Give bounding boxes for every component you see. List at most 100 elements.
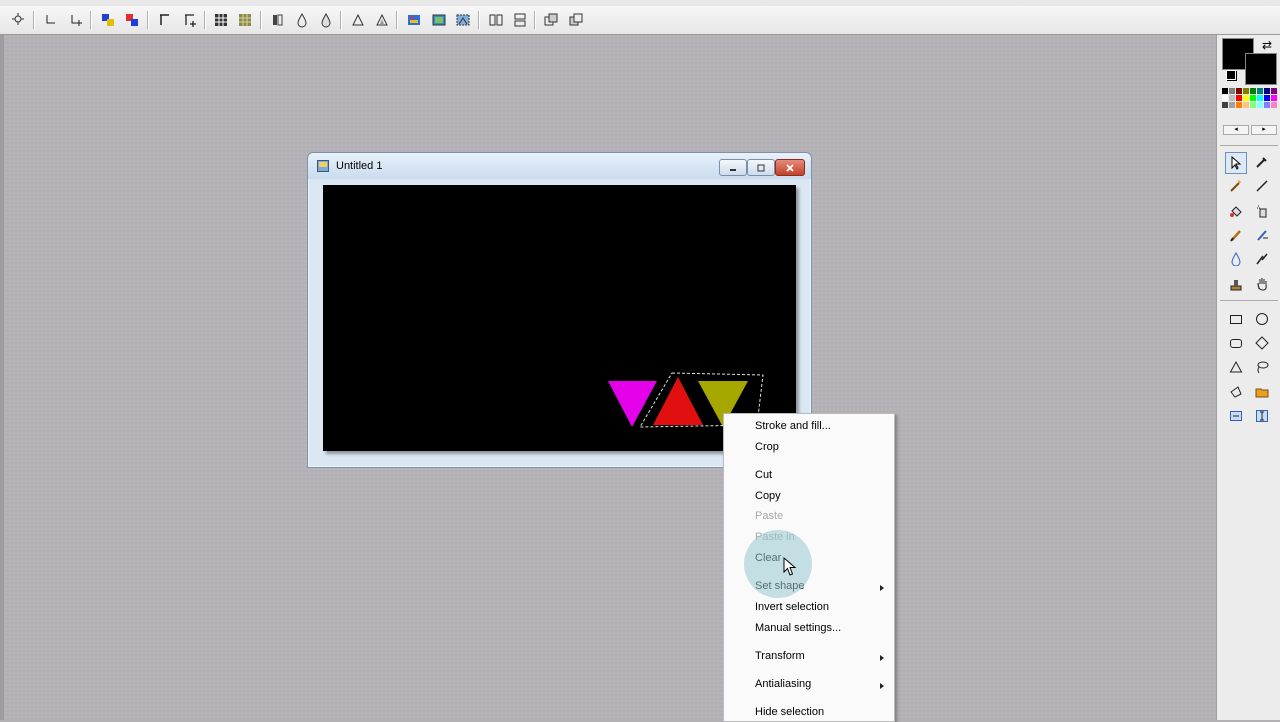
minimize-button[interactable] bbox=[719, 159, 747, 176]
palette-swatch[interactable] bbox=[1271, 95, 1277, 101]
menu-item-copy[interactable]: Copy bbox=[755, 490, 781, 502]
grid-icon[interactable] bbox=[211, 10, 231, 30]
palette-swatch[interactable] bbox=[1257, 95, 1263, 101]
palette-swatch[interactable] bbox=[1236, 95, 1242, 101]
palette-swatch[interactable] bbox=[1243, 88, 1249, 94]
align-left-icon[interactable] bbox=[155, 10, 175, 30]
color-palette[interactable] bbox=[1222, 88, 1277, 118]
lasso-icon[interactable] bbox=[1252, 357, 1272, 377]
click-highlight bbox=[744, 530, 812, 598]
align-right-icon[interactable] bbox=[180, 10, 200, 30]
drop-icon[interactable] bbox=[1226, 249, 1246, 269]
palette-swatch[interactable] bbox=[1271, 102, 1277, 108]
menu-item-stroke-and-fill[interactable]: Stroke and fill... bbox=[755, 420, 831, 432]
text-cursor-icon[interactable] bbox=[1252, 406, 1272, 426]
palette-swatch[interactable] bbox=[1264, 102, 1270, 108]
palette-next-icon[interactable]: ▸ bbox=[1251, 125, 1277, 135]
layers-swap-icon[interactable] bbox=[566, 10, 586, 30]
magic-wand-icon[interactable] bbox=[1226, 176, 1246, 196]
palette-swatch[interactable] bbox=[1271, 88, 1277, 94]
hand-icon[interactable] bbox=[1252, 274, 1272, 294]
folder-icon[interactable] bbox=[1252, 382, 1272, 402]
menu-item-manual-settings[interactable]: Manual settings... bbox=[755, 622, 841, 634]
close-button[interactable] bbox=[775, 159, 805, 176]
rounded-rectangle-icon[interactable] bbox=[1226, 333, 1246, 353]
brush-icon[interactable] bbox=[1226, 225, 1246, 245]
pattern-icon[interactable] bbox=[235, 10, 255, 30]
diamond-icon[interactable] bbox=[1252, 333, 1272, 353]
palette-swatch[interactable] bbox=[1229, 95, 1235, 101]
palette-swatch[interactable] bbox=[1243, 102, 1249, 108]
red-triangle bbox=[653, 377, 703, 425]
canvas-shapes bbox=[608, 372, 764, 428]
drop-icon[interactable] bbox=[292, 10, 312, 30]
pen-icon[interactable] bbox=[1252, 225, 1272, 245]
menu-item-crop[interactable]: Crop bbox=[755, 441, 779, 453]
select-arrow-icon[interactable] bbox=[1225, 152, 1247, 174]
eyedropper-icon[interactable] bbox=[1252, 152, 1272, 172]
document-title: Untitled 1 bbox=[336, 160, 383, 172]
menu-item-invert-selection[interactable]: Invert selection bbox=[755, 601, 829, 613]
mirror-icon[interactable] bbox=[268, 10, 288, 30]
minimize-icon bbox=[730, 168, 736, 171]
palette-swatch[interactable] bbox=[1257, 88, 1263, 94]
line-icon[interactable] bbox=[1252, 176, 1272, 196]
palette-prev-icon[interactable]: ◂ bbox=[1223, 125, 1249, 135]
triangle-outline-icon[interactable] bbox=[372, 10, 392, 30]
shape-left-icon[interactable] bbox=[41, 10, 61, 30]
color-left-icon[interactable] bbox=[98, 10, 118, 30]
main-toolbar bbox=[0, 6, 1280, 35]
mouse-cursor-icon bbox=[783, 557, 797, 576]
color-right-icon[interactable] bbox=[122, 10, 142, 30]
drawing-canvas[interactable] bbox=[323, 185, 796, 451]
maximize-button[interactable] bbox=[747, 159, 775, 176]
polygon-icon[interactable] bbox=[1226, 382, 1246, 402]
stamp-icon[interactable] bbox=[1226, 274, 1246, 294]
palette-swatch[interactable] bbox=[1222, 88, 1228, 94]
menu-item-paste[interactable]: Paste bbox=[755, 510, 783, 522]
split-icon[interactable] bbox=[486, 10, 506, 30]
palette-swatch[interactable] bbox=[1250, 95, 1256, 101]
palette-swatch[interactable] bbox=[1236, 88, 1242, 94]
submenu-arrow-icon bbox=[880, 683, 884, 689]
palette-swatch[interactable] bbox=[1250, 102, 1256, 108]
submenu-arrow-icon bbox=[880, 585, 884, 591]
split-horizontal-icon[interactable] bbox=[510, 10, 530, 30]
palette-swatch[interactable] bbox=[1243, 95, 1249, 101]
palette-swatch[interactable] bbox=[1264, 95, 1270, 101]
default-colors-icon[interactable] bbox=[1226, 70, 1236, 80]
right-tool-panel: ⇄ ◂ ▸ bbox=[1216, 35, 1280, 720]
triangle-icon[interactable] bbox=[1226, 357, 1246, 377]
image-icon[interactable] bbox=[404, 10, 424, 30]
menu-item-transform[interactable]: Transform bbox=[755, 650, 805, 662]
fill-bucket-icon[interactable] bbox=[1226, 201, 1246, 221]
document-titlebar[interactable]: Untitled 1 bbox=[308, 153, 811, 179]
background-color-swatch[interactable] bbox=[1245, 53, 1277, 85]
magenta-triangle bbox=[608, 381, 657, 427]
image-select-icon[interactable] bbox=[453, 10, 473, 30]
selection-icon[interactable] bbox=[9, 10, 29, 30]
drop-outline-icon[interactable] bbox=[316, 10, 336, 30]
ellipse-icon[interactable] bbox=[1252, 309, 1272, 329]
palette-swatch[interactable] bbox=[1222, 95, 1228, 101]
palette-swatch[interactable] bbox=[1229, 102, 1235, 108]
palette-swatch[interactable] bbox=[1257, 102, 1263, 108]
palette-swatch[interactable] bbox=[1236, 102, 1242, 108]
menu-item-hide-selection[interactable]: Hide selection bbox=[755, 706, 824, 718]
retouch-icon[interactable] bbox=[1252, 249, 1272, 269]
swap-colors-icon[interactable]: ⇄ bbox=[1262, 38, 1272, 52]
image-frame-icon[interactable] bbox=[429, 10, 449, 30]
palette-swatch[interactable] bbox=[1222, 102, 1228, 108]
text-icon[interactable] bbox=[1226, 406, 1246, 426]
menu-item-cut[interactable]: Cut bbox=[755, 469, 772, 481]
triangle-icon[interactable] bbox=[348, 10, 368, 30]
shape-right-icon[interactable] bbox=[66, 10, 86, 30]
layers-icon[interactable] bbox=[541, 10, 561, 30]
palette-swatch[interactable] bbox=[1264, 88, 1270, 94]
spray-icon[interactable] bbox=[1252, 201, 1272, 221]
document-icon bbox=[317, 160, 329, 172]
palette-swatch[interactable] bbox=[1250, 88, 1256, 94]
menu-item-antialiasing[interactable]: Antialiasing bbox=[755, 678, 811, 690]
rectangle-icon[interactable] bbox=[1226, 309, 1246, 329]
palette-swatch[interactable] bbox=[1229, 88, 1235, 94]
